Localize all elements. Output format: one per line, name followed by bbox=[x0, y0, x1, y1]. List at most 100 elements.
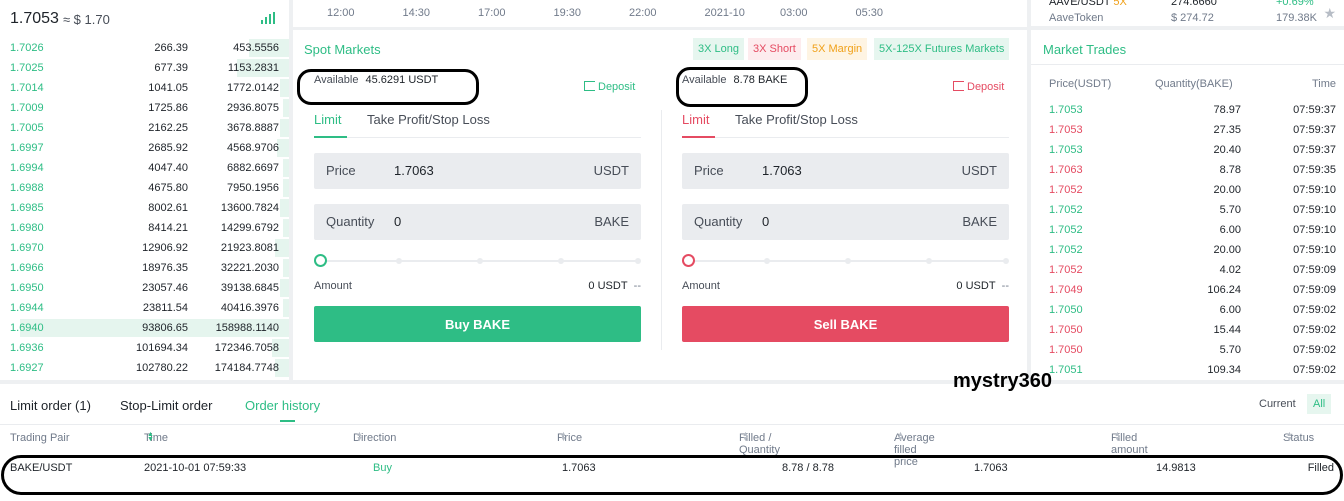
trade-qty: 8.78 bbox=[1219, 164, 1241, 176]
price-unit: USDT bbox=[961, 163, 997, 178]
order-book-row[interactable]: 1.6936 101694.34 172346.7058 bbox=[0, 338, 289, 358]
order-book-row[interactable]: 1.6927 102780.22 174184.7748 bbox=[0, 358, 289, 378]
order-book-row[interactable]: 1.7025 677.39 1153.2831 bbox=[0, 58, 289, 78]
order-book-row[interactable]: 1.6985 8002.61 13600.7824 bbox=[0, 198, 289, 218]
ob-price: 1.7025 bbox=[10, 62, 44, 74]
sell-deposit-link[interactable]: Deposit bbox=[953, 81, 1004, 93]
ob-price: 1.7014 bbox=[10, 82, 44, 94]
order-book-row[interactable]: 1.6994 4047.40 6882.6697 bbox=[0, 158, 289, 178]
tab-stop-limit-order[interactable]: Stop-Limit order bbox=[120, 398, 212, 413]
market-trades-panel: Market Trades Price(USDT) Quantity(BAKE)… bbox=[1031, 30, 1344, 380]
trade-row: 1.7052 4.02 07:59:09 bbox=[1031, 264, 1344, 284]
spot-markets-title[interactable]: Spot Markets bbox=[304, 42, 381, 57]
sell-button[interactable]: Sell BAKE bbox=[682, 306, 1009, 342]
trades-col-quantity: Quantity(BAKE) bbox=[1155, 78, 1233, 90]
row-filled-amount: 14.9813 bbox=[1156, 462, 1196, 474]
ob-price: 1.6936 bbox=[10, 342, 44, 354]
slider-knob[interactable] bbox=[682, 254, 695, 267]
order-book-row[interactable]: 1.7009 1725.86 2936.8075 bbox=[0, 98, 289, 118]
trade-row: 1.7052 20.00 07:59:10 bbox=[1031, 244, 1344, 264]
ob-total: 7950.1956 bbox=[227, 182, 279, 194]
time-tick: 05:30 bbox=[855, 7, 884, 19]
sell-price-field[interactable]: Price 1.7063 USDT bbox=[682, 153, 1009, 189]
trade-time: 07:59:02 bbox=[1293, 304, 1336, 316]
order-book-row[interactable]: 1.6966 18976.35 32221.2030 bbox=[0, 258, 289, 278]
order-book-row[interactable]: 1.7026 266.39 453.5556 bbox=[0, 38, 289, 58]
trade-price: 1.7063 bbox=[1049, 164, 1083, 176]
ob-price: 1.7026 bbox=[10, 42, 44, 54]
ob-amount: 4047.40 bbox=[148, 162, 188, 174]
tag-futures-markets[interactable]: 5X-125X Futures Markets bbox=[874, 38, 1010, 60]
market-pair: AAVE/USDT 5X bbox=[1049, 0, 1127, 8]
sell-tab-tpsl[interactable]: Take Profit/Stop Loss bbox=[735, 112, 858, 127]
trade-qty: 6.00 bbox=[1219, 304, 1241, 316]
sell-tab-limit[interactable]: Limit bbox=[682, 112, 709, 127]
buy-percent-slider[interactable] bbox=[314, 254, 641, 268]
ob-price: 1.6970 bbox=[10, 242, 44, 254]
ob-price: 1.6985 bbox=[10, 202, 44, 214]
depth-bar bbox=[283, 259, 289, 277]
quantity-label: Quantity bbox=[326, 214, 375, 229]
trade-price: 1.7051 bbox=[1049, 364, 1083, 376]
ob-price: 1.6927 bbox=[10, 362, 44, 374]
order-book-row[interactable]: 1.6940 93806.65 158988.1140 bbox=[0, 318, 289, 338]
trade-qty: 5.70 bbox=[1219, 344, 1241, 356]
ob-total: 158988.1140 bbox=[215, 322, 279, 334]
buy-deposit-link[interactable]: Deposit bbox=[584, 81, 635, 93]
filter-all[interactable]: All bbox=[1307, 394, 1332, 414]
tag-5x-margin[interactable]: 5X Margin bbox=[807, 38, 868, 60]
sell-percent-slider[interactable] bbox=[682, 254, 1009, 268]
ob-price: 1.6966 bbox=[10, 262, 44, 274]
price-value: 1.7063 bbox=[394, 163, 434, 178]
trade-price: 1.7050 bbox=[1049, 304, 1083, 316]
ob-total: 1153.2831 bbox=[227, 62, 279, 74]
usd-equivalent: ≈ $ 1.70 bbox=[62, 11, 110, 27]
order-book-row[interactable]: 1.7014 1041.05 1772.0142 bbox=[0, 78, 289, 98]
order-book-row[interactable]: 1.6970 12906.92 21923.8081 bbox=[0, 238, 289, 258]
divider bbox=[661, 110, 662, 350]
order-book-row[interactable]: 1.6997 2685.92 4568.9706 bbox=[0, 138, 289, 158]
buy-tab-tpsl[interactable]: Take Profit/Stop Loss bbox=[367, 112, 490, 127]
tag-3x-long[interactable]: 3X Long bbox=[693, 38, 744, 60]
trade-time: 07:59:10 bbox=[1293, 184, 1336, 196]
sort-icon: ▲ ▼ bbox=[742, 431, 749, 443]
ob-total: 14299.6792 bbox=[220, 222, 279, 234]
ob-amount: 12906.92 bbox=[142, 242, 188, 254]
trade-price: 1.7052 bbox=[1049, 184, 1083, 196]
order-book-row[interactable]: 1.6988 4675.80 7950.1956 bbox=[0, 178, 289, 198]
market-list-row[interactable]: AAVE/USDT 5X 274.6660 +0.69% AaveToken $… bbox=[1031, 0, 1344, 26]
filter-current[interactable]: Current bbox=[1259, 394, 1296, 414]
order-book-row[interactable]: 1.7005 2162.25 3678.8887 bbox=[0, 118, 289, 138]
trade-row: 1.7053 27.35 07:59:37 bbox=[1031, 124, 1344, 144]
ob-amount: 8002.61 bbox=[148, 202, 188, 214]
market-change: +0.69% bbox=[1276, 0, 1314, 8]
order-book-row[interactable]: 1.6980 8414.21 14299.6792 bbox=[0, 218, 289, 238]
buy-button[interactable]: Buy BAKE bbox=[314, 306, 641, 342]
order-book: 1.7053 ≈ $ 1.70 1.7026 266.39 453.5556 1.70… bbox=[0, 0, 289, 380]
sell-quantity-field[interactable]: Quantity 0 BAKE bbox=[682, 204, 1009, 240]
orders-panel: Limit order (1) Stop-Limit order Order h… bbox=[0, 384, 1344, 501]
depth-toggle-icon[interactable] bbox=[261, 12, 275, 24]
buy-quantity-field[interactable]: Quantity 0 BAKE bbox=[314, 204, 641, 240]
tag-3x-short[interactable]: 3X Short bbox=[748, 38, 801, 60]
slider-knob[interactable] bbox=[314, 254, 327, 267]
depth-bar bbox=[280, 199, 289, 217]
ob-amount: 23057.46 bbox=[142, 282, 188, 294]
sell-order-tabs: Limit Take Profit/Stop Loss bbox=[682, 112, 1009, 138]
buy-amount: Amount 0 USDT -- bbox=[314, 280, 641, 292]
favorite-star-icon[interactable]: ★ bbox=[1323, 5, 1336, 22]
tab-order-history[interactable]: Order history bbox=[245, 398, 320, 413]
order-book-row[interactable]: 1.6950 23057.46 39138.6845 bbox=[0, 278, 289, 298]
market-trades-title[interactable]: Market Trades bbox=[1043, 42, 1126, 57]
trade-time: 07:59:02 bbox=[1293, 364, 1336, 376]
buy-tab-limit[interactable]: Limit bbox=[314, 112, 341, 127]
trade-price: 1.7052 bbox=[1049, 204, 1083, 216]
trade-price: 1.7049 bbox=[1049, 284, 1083, 296]
buy-price-field[interactable]: Price 1.7063 USDT bbox=[314, 153, 641, 189]
ob-total: 3678.8887 bbox=[227, 122, 279, 134]
trade-row: 1.7052 6.00 07:59:10 bbox=[1031, 224, 1344, 244]
order-book-row[interactable]: 1.6944 23811.54 40416.3976 bbox=[0, 298, 289, 318]
trade-row: 1.7053 78.97 07:59:37 bbox=[1031, 104, 1344, 124]
time-tick: 22:00 bbox=[629, 7, 657, 19]
tab-limit-order[interactable]: Limit order (1) bbox=[10, 398, 91, 413]
